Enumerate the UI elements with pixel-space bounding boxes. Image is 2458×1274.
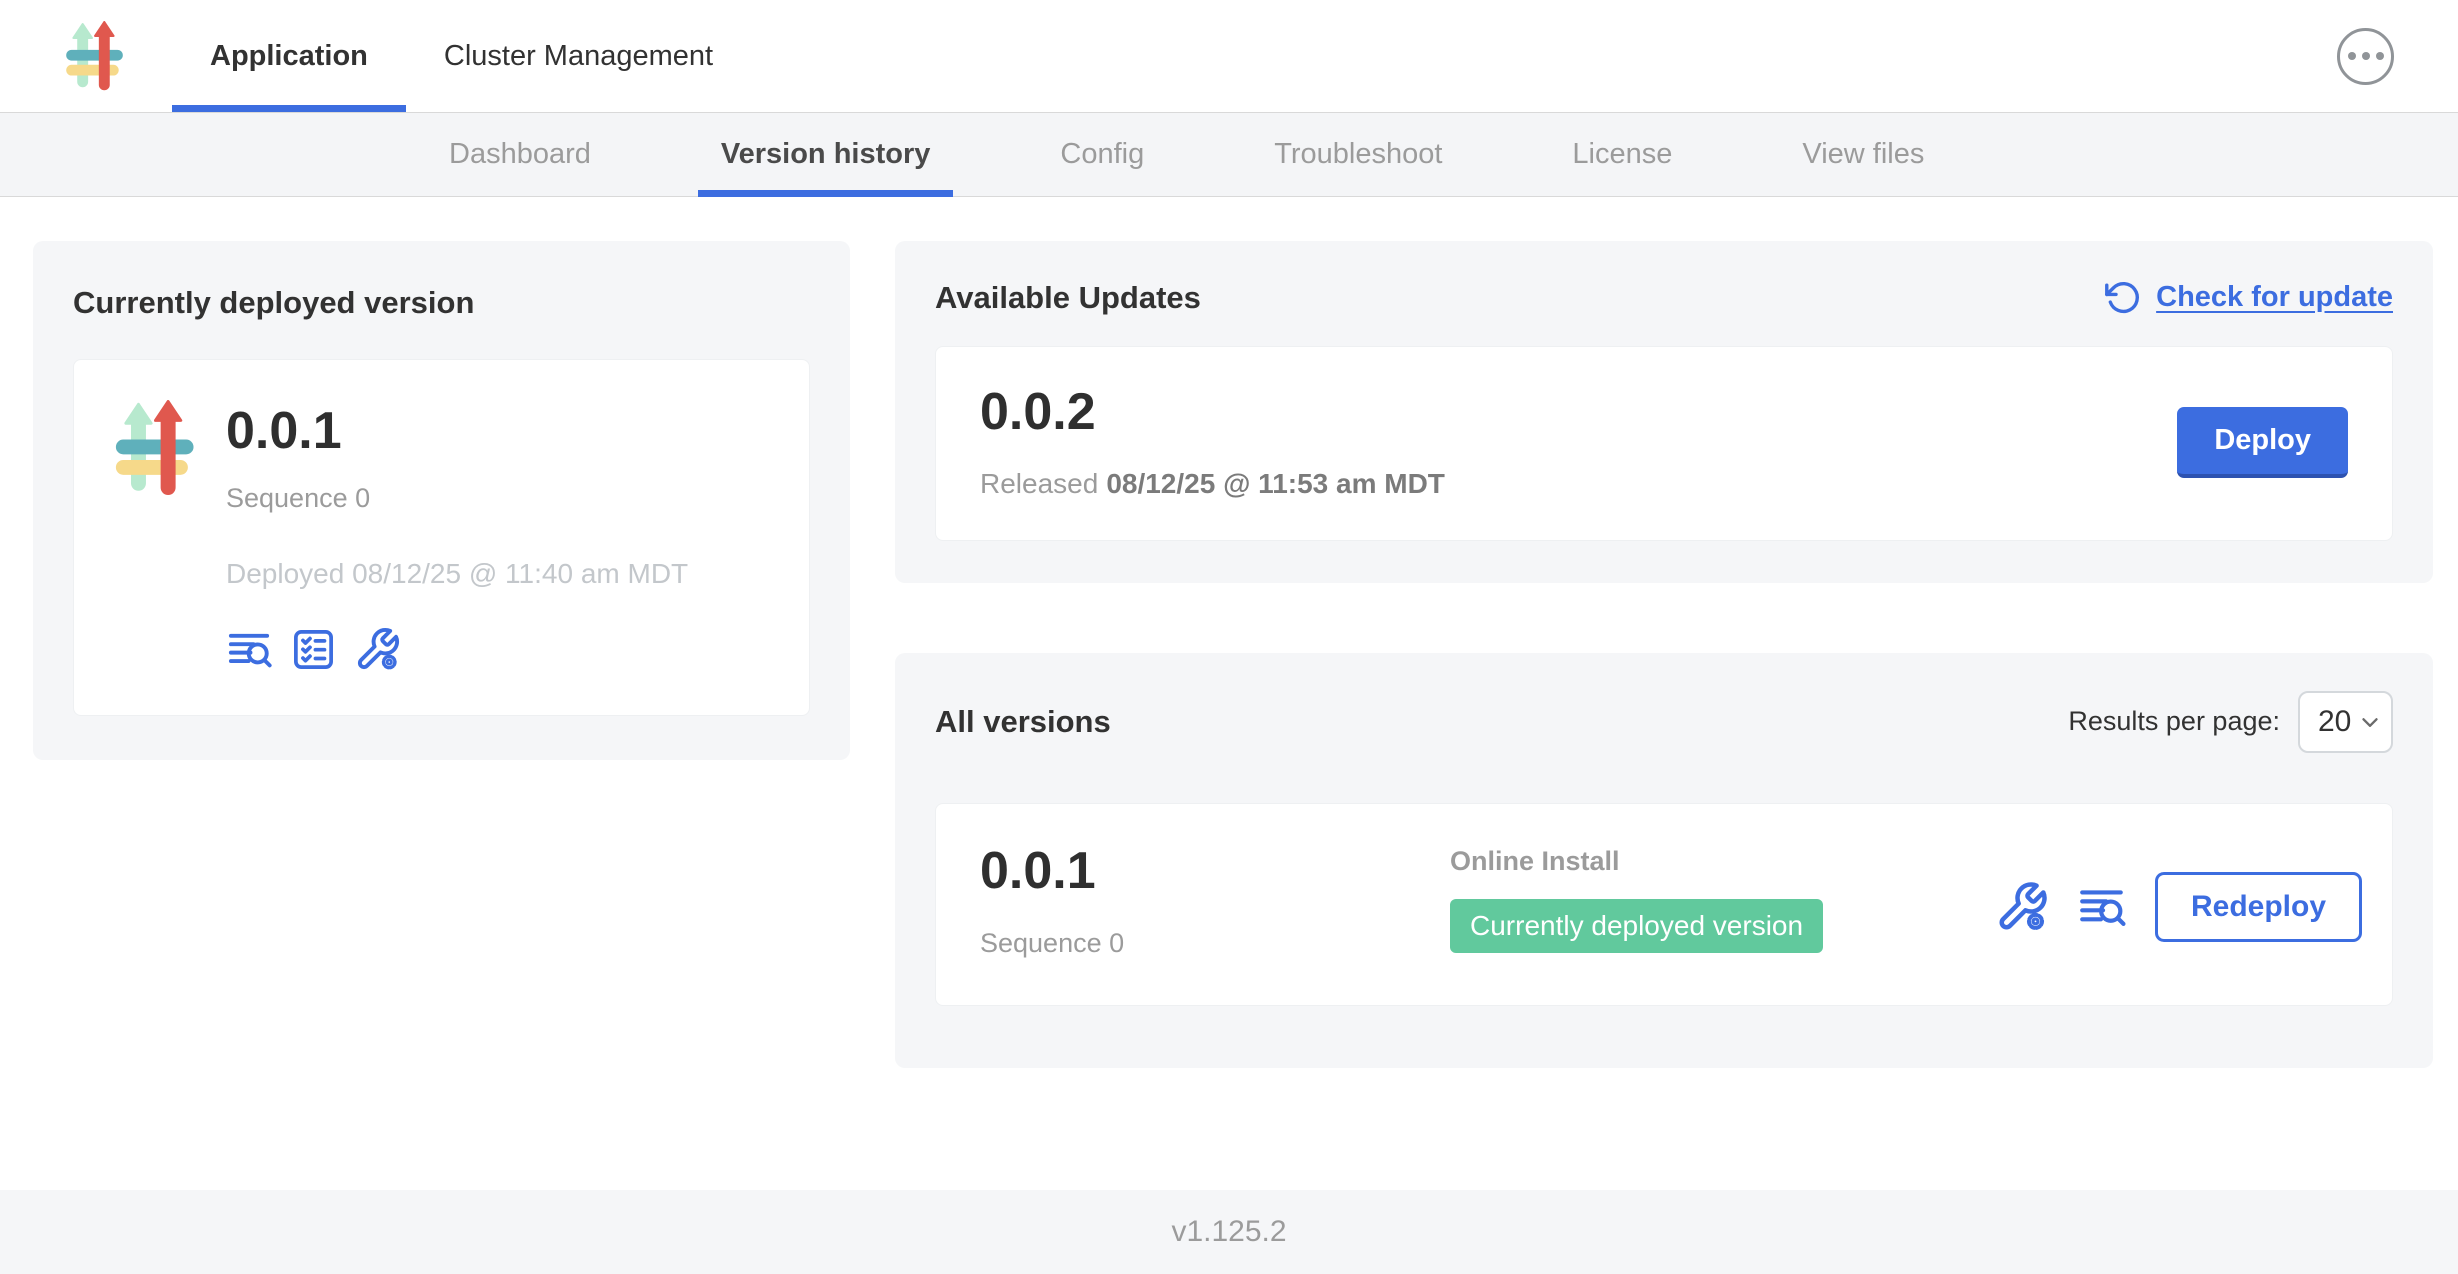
results-per-page-label: Results per page: (2068, 706, 2280, 737)
version-row-actions: Redeploy (1995, 872, 2362, 942)
deployed-version-panel: 0.0.1 Sequence 0 Deployed 08/12/25 @ 11:… (73, 359, 810, 716)
released-timestamp: 08/12/25 @ 11:53 am MDT (1106, 468, 1445, 499)
results-per-page: Results per page: 20 (2068, 691, 2393, 753)
ellipsis-icon (2348, 52, 2356, 60)
row-version-number: 0.0.1 (980, 844, 1450, 899)
view-logs-icon[interactable] (226, 626, 273, 673)
subnav-item-dashboard[interactable]: Dashboard (426, 113, 614, 196)
app-logo-svg (110, 400, 198, 496)
check-for-update-link[interactable]: Check for update (2104, 279, 2393, 316)
results-per-page-select[interactable]: 20 (2298, 691, 2393, 753)
subnav-item-version-history[interactable]: Version history (698, 113, 954, 196)
subnav-item-troubleshoot[interactable]: Troubleshoot (1251, 113, 1465, 196)
view-logs-icon[interactable] (2077, 882, 2127, 932)
tab-application-label: Application (210, 40, 368, 73)
tab-application[interactable]: Application (172, 0, 406, 112)
update-row: 0.0.2 Released 08/12/25 @ 11:53 am MDT De… (935, 346, 2393, 541)
available-updates-header: Available Updates Check for update (935, 279, 2393, 316)
top-header: Application Cluster Management (0, 0, 2458, 112)
version-row: 0.0.1 Sequence 0 Online Install Currentl… (935, 803, 2393, 1007)
tab-cluster-management[interactable]: Cluster Management (406, 0, 751, 112)
available-updates-title: Available Updates (935, 280, 1201, 316)
check-for-update-label: Check for update (2156, 281, 2393, 314)
app-logo-svg (62, 21, 126, 91)
overflow-menu-button[interactable] (2337, 28, 2394, 85)
update-info: 0.0.2 Released 08/12/25 @ 11:53 am MDT (980, 385, 1445, 500)
deployed-timestamp: Deployed 08/12/25 @ 11:40 am MDT (226, 558, 688, 590)
refresh-icon (2104, 279, 2141, 316)
update-released-line: Released 08/12/25 @ 11:53 am MDT (980, 468, 1445, 500)
status-badge: Currently deployed version (1450, 899, 1823, 953)
main-content: Currently deployed version 0.0.1 Sequenc… (0, 197, 2458, 1190)
all-versions-card: All versions Results per page: 20 (895, 653, 2433, 1069)
version-row-status: Online Install Currently deployed versio… (1450, 844, 1995, 953)
subnav-item-view-files[interactable]: View files (1779, 113, 1947, 196)
preflight-checks-icon[interactable] (290, 626, 337, 673)
edit-config-icon[interactable] (1995, 880, 2049, 934)
all-versions-title: All versions (935, 704, 1111, 740)
tab-cluster-management-label: Cluster Management (444, 40, 713, 73)
console-version-label: v1.125.2 (1171, 1215, 1286, 1249)
released-label: Released (980, 468, 1098, 499)
deployed-actions (226, 626, 688, 673)
app-subnav: Dashboard Version history Config Trouble… (0, 112, 2458, 197)
redeploy-button[interactable]: Redeploy (2155, 872, 2362, 942)
row-sequence-label: Sequence 0 (980, 928, 1450, 959)
top-tabs: Application Cluster Management (172, 0, 751, 112)
right-column: Available Updates Check for update 0.0.2 (895, 241, 2433, 1068)
currently-deployed-title: Currently deployed version (73, 285, 810, 321)
install-type-label: Online Install (1450, 846, 1995, 877)
all-versions-header: All versions Results per page: 20 (935, 691, 2393, 753)
app-logo-icon (62, 21, 126, 91)
update-version-number: 0.0.2 (980, 385, 1445, 440)
results-per-page-select-wrap: 20 (2298, 691, 2393, 753)
deployed-sequence-label: Sequence 0 (226, 483, 688, 514)
deploy-button[interactable]: Deploy (2177, 407, 2348, 478)
deployed-version-number: 0.0.1 (226, 404, 688, 459)
subnav-item-config[interactable]: Config (1037, 113, 1167, 196)
subnav-item-license[interactable]: License (1549, 113, 1695, 196)
footer: v1.125.2 (0, 1190, 2458, 1274)
app-logo-icon (110, 400, 198, 673)
version-row-info: 0.0.1 Sequence 0 (980, 844, 1450, 960)
edit-config-icon[interactable] (354, 626, 401, 673)
available-updates-card: Available Updates Check for update 0.0.2 (895, 241, 2433, 583)
currently-deployed-card: Currently deployed version 0.0.1 Sequenc… (33, 241, 850, 760)
